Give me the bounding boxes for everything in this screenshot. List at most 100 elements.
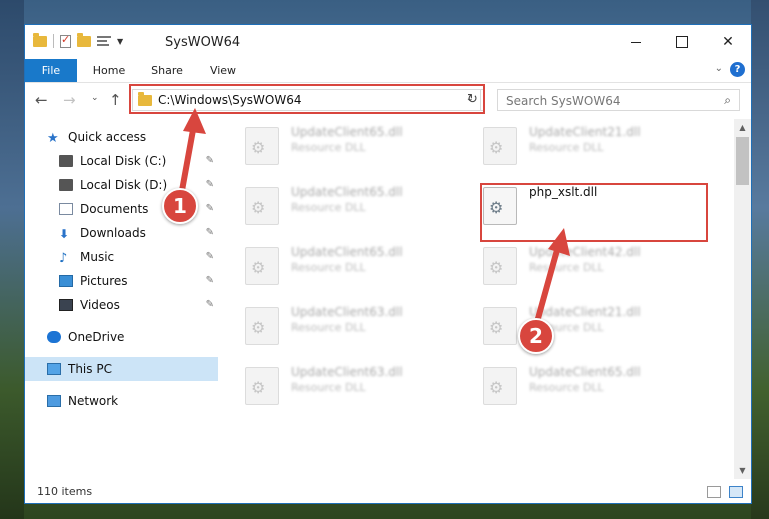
minimize-icon xyxy=(631,41,641,43)
pictures-icon xyxy=(59,275,73,287)
help-icon[interactable]: ? xyxy=(730,62,745,77)
sidebar-item-label: Local Disk (D:) xyxy=(80,178,168,192)
search-placeholder: Search SysWOW64 xyxy=(506,94,621,108)
vertical-scrollbar[interactable]: ▲ ▼ xyxy=(734,119,751,479)
window-title: SysWOW64 xyxy=(165,35,241,50)
cloud-icon xyxy=(47,331,61,343)
maximize-icon xyxy=(676,36,688,48)
sidebar-item-local-disk-c[interactable]: Local Disk (C:) ✎ xyxy=(25,149,218,173)
network-icon xyxy=(47,395,61,407)
sidebar-item-label: Quick access xyxy=(68,130,147,144)
sidebar-item-onedrive[interactable]: OneDrive xyxy=(25,325,218,349)
tab-file[interactable]: File xyxy=(25,59,77,82)
file-type: Resource DLL xyxy=(529,381,604,394)
minimize-button[interactable] xyxy=(613,25,659,59)
file-type: Resource DLL xyxy=(291,201,366,214)
up-arrow-icon[interactable]: ↑ xyxy=(109,91,122,109)
toolbar-divider xyxy=(53,34,54,48)
sidebar-item-videos[interactable]: Videos ✎ xyxy=(25,293,218,317)
search-icon: ⌕ xyxy=(724,93,731,107)
title-bar: ▼ SysWOW64 ✕ xyxy=(25,25,751,59)
search-input[interactable]: Search SysWOW64 ⌕ xyxy=(497,89,740,111)
file-item[interactable]: UpdateClient21.dll Resource DLL xyxy=(471,299,701,349)
sidebar-item-pictures[interactable]: Pictures ✎ xyxy=(25,269,218,293)
file-name: php_xslt.dll xyxy=(529,185,598,199)
refresh-button[interactable]: ↻ xyxy=(462,89,484,111)
ribbon-tabs: File Home Share View ⌄ ? xyxy=(25,59,751,83)
dll-file-icon xyxy=(245,187,279,225)
status-bar: 110 items xyxy=(25,481,751,503)
desktop-background-right xyxy=(751,0,769,519)
expand-ribbon-icon[interactable]: ⌄ xyxy=(715,63,723,74)
dll-file-icon xyxy=(245,307,279,345)
file-type: Resource DLL xyxy=(291,381,366,394)
sidebar-item-label: This PC xyxy=(68,362,112,376)
quick-access-toolbar: ▼ xyxy=(33,32,123,48)
item-count: 110 items xyxy=(37,485,93,498)
tab-home[interactable]: Home xyxy=(89,59,129,82)
dll-file-icon xyxy=(483,187,517,225)
sidebar-item-downloads[interactable]: ⬇ Downloads ✎ xyxy=(25,221,218,245)
file-item-php-xslt[interactable]: php_xslt.dll xyxy=(471,179,701,229)
file-name: UpdateClient21.dll xyxy=(529,305,641,319)
folder-icon xyxy=(138,92,152,106)
details-view-icon[interactable] xyxy=(707,486,721,498)
pin-icon: ✎ xyxy=(205,227,214,238)
large-icons-view-icon[interactable] xyxy=(729,486,743,498)
sidebar-item-label: Downloads xyxy=(80,226,146,240)
folder-icon xyxy=(33,32,47,47)
qat-dropdown-icon[interactable]: ▼ xyxy=(117,37,123,46)
back-arrow-icon[interactable]: ← xyxy=(35,91,48,109)
new-folder-icon[interactable] xyxy=(77,32,91,47)
sidebar-item-label: Local Disk (C:) xyxy=(80,154,167,168)
step-2-badge: 2 xyxy=(518,318,554,354)
refresh-icon: ↻ xyxy=(467,92,478,107)
recent-locations-icon[interactable]: ⌄ xyxy=(91,93,99,103)
file-item[interactable]: UpdateClient63.dll Resource DLL xyxy=(233,299,463,349)
file-type: Resource DLL xyxy=(291,141,366,154)
music-icon: ♪ xyxy=(59,251,68,266)
explorer-window: ▼ SysWOW64 ✕ File Home Share View ⌄ ? ← … xyxy=(24,24,752,504)
file-item[interactable]: UpdateClient65.dll Resource DLL xyxy=(233,239,463,289)
file-name: UpdateClient65.dll xyxy=(291,245,403,259)
close-icon: ✕ xyxy=(722,34,734,50)
address-path[interactable]: C:\Windows\SysWOW64 xyxy=(158,93,302,107)
download-icon: ⬇ xyxy=(59,227,70,241)
sidebar-item-quick-access[interactable]: ★ Quick access xyxy=(25,125,218,149)
file-item[interactable]: UpdateClient21.dll Resource DLL xyxy=(471,119,701,169)
pin-icon: ✎ xyxy=(205,299,214,310)
sidebar-item-network[interactable]: Network xyxy=(25,389,218,413)
sidebar-item-this-pc[interactable]: This PC xyxy=(25,357,218,381)
tab-share[interactable]: Share xyxy=(147,59,187,82)
pin-icon: ✎ xyxy=(205,275,214,286)
file-item[interactable]: UpdateClient65.dll Resource DLL xyxy=(471,359,701,409)
disk-icon xyxy=(59,179,73,191)
tab-view[interactable]: View xyxy=(205,59,241,82)
file-item[interactable]: UpdateClient65.dll Resource DLL xyxy=(233,179,463,229)
scroll-up-icon[interactable]: ▲ xyxy=(734,119,751,136)
maximize-button[interactable] xyxy=(659,25,705,59)
pin-icon: ✎ xyxy=(205,179,214,190)
address-bar[interactable]: C:\Windows\SysWOW64 ⌄ xyxy=(132,89,481,111)
file-item[interactable]: UpdateClient65.dll Resource DLL xyxy=(233,119,463,169)
forward-arrow-icon[interactable]: → xyxy=(63,91,76,109)
scroll-down-icon[interactable]: ▼ xyxy=(734,462,751,479)
dll-file-icon xyxy=(483,247,517,285)
pin-icon: ✎ xyxy=(205,251,214,262)
disk-icon xyxy=(59,155,73,167)
computer-icon xyxy=(47,363,61,375)
properties-check-icon[interactable] xyxy=(60,33,71,48)
sidebar-item-music[interactable]: ♪ Music ✎ xyxy=(25,245,218,269)
file-name: UpdateClient21.dll xyxy=(529,125,641,139)
star-icon: ★ xyxy=(47,131,59,146)
file-name: UpdateClient65.dll xyxy=(529,365,641,379)
close-button[interactable]: ✕ xyxy=(705,25,751,59)
customize-view-icon[interactable] xyxy=(97,35,111,47)
file-list: UpdateClient65.dll Resource DLL UpdateCl… xyxy=(233,119,733,475)
file-name: UpdateClient65.dll xyxy=(291,185,403,199)
navigation-bar: ← → ⌄ ↑ C:\Windows\SysWOW64 ⌄ ↻ Search S… xyxy=(25,83,751,117)
file-name: UpdateClient63.dll xyxy=(291,365,403,379)
file-item[interactable]: UpdateClient63.dll Resource DLL xyxy=(233,359,463,409)
scroll-thumb[interactable] xyxy=(736,137,749,185)
file-item[interactable]: UpdateClient42.dll Resource DLL xyxy=(471,239,701,289)
